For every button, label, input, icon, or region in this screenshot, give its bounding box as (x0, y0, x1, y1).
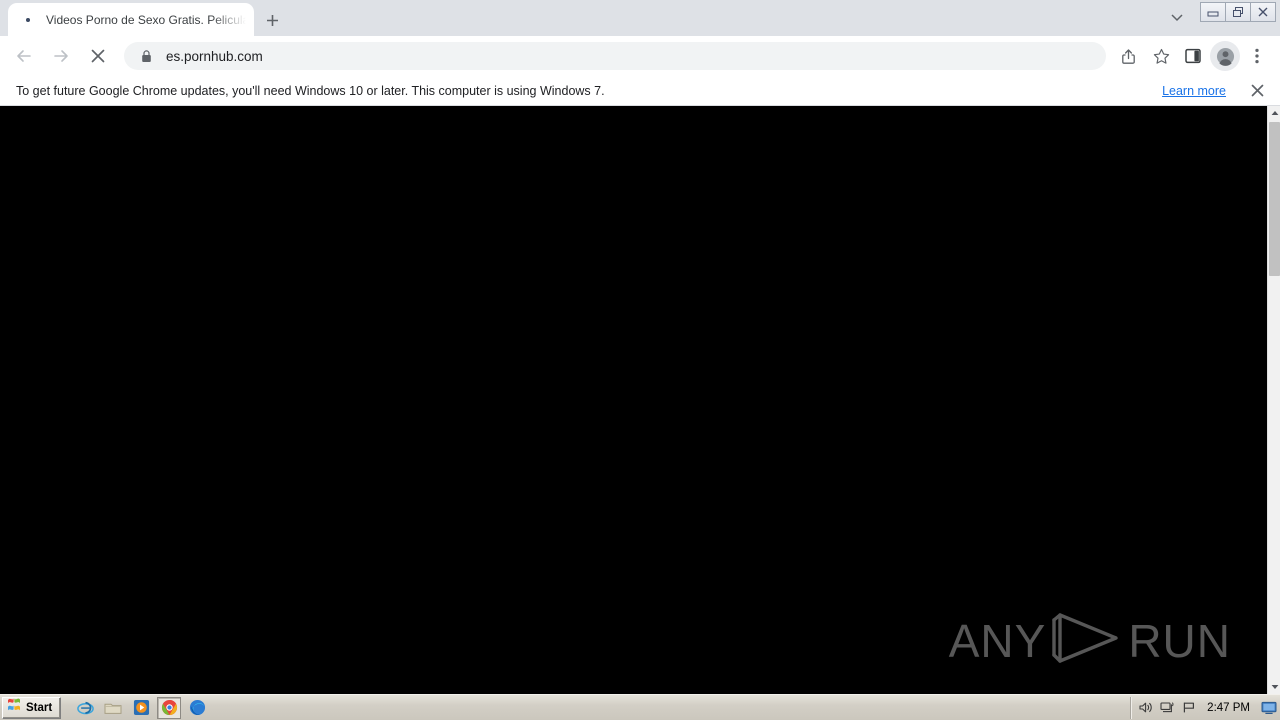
vertical-scrollbar[interactable] (1267, 106, 1280, 694)
star-icon[interactable] (1146, 41, 1176, 71)
new-tab-button[interactable] (258, 6, 286, 34)
side-panel-icon[interactable] (1178, 41, 1208, 71)
scrollbar-thumb[interactable] (1269, 122, 1280, 276)
ie-icon[interactable] (73, 697, 97, 719)
minimize-icon[interactable] (1200, 2, 1226, 22)
windows-taskbar: Start 2:47 PM (0, 694, 1280, 720)
show-desktop-button[interactable] (1260, 699, 1278, 717)
page-viewport[interactable]: ANY RUN (0, 106, 1267, 694)
profile-button[interactable] (1210, 41, 1240, 71)
scroll-up-icon[interactable] (1268, 106, 1280, 120)
address-bar[interactable]: es.pornhub.com (124, 42, 1106, 70)
browser-tab[interactable]: Videos Porno de Sexo Gratis. Pelicula (8, 3, 254, 36)
start-label: Start (26, 701, 53, 714)
tab-title: Videos Porno de Sexo Gratis. Pelicula (46, 12, 248, 27)
browser-toolbar: es.pornhub.com (0, 36, 1280, 76)
close-icon[interactable] (1250, 2, 1276, 22)
infobar-message: To get future Google Chrome updates, you… (16, 83, 605, 98)
tab-search-button[interactable] (1164, 6, 1190, 30)
restore-icon[interactable] (1225, 2, 1251, 22)
system-tray: 2:47 PM (1130, 696, 1260, 719)
loading-dot-icon (20, 12, 36, 28)
play-triangle-icon (1050, 609, 1124, 672)
watermark-text-right: RUN (1128, 614, 1231, 667)
scroll-down-icon[interactable] (1268, 680, 1280, 694)
share-icon[interactable] (1114, 41, 1144, 71)
folder-icon[interactable] (101, 697, 125, 719)
window-controls (1200, 2, 1276, 22)
clock[interactable]: 2:47 PM (1207, 702, 1250, 714)
chrome-icon[interactable] (157, 696, 182, 719)
close-icon[interactable] (1244, 78, 1270, 104)
browser-window: Videos Porno de Sexo Gratis. Pelicula es… (0, 0, 1280, 720)
tab-strip: Videos Porno de Sexo Gratis. Pelicula (0, 0, 1280, 36)
update-notification-bar: To get future Google Chrome updates, you… (0, 76, 1280, 106)
start-button[interactable]: Start (2, 696, 62, 719)
speaker-icon[interactable] (1137, 700, 1153, 716)
edge-icon[interactable] (185, 697, 209, 719)
learn-more-link[interactable]: Learn more (1162, 84, 1226, 98)
media-player-icon[interactable] (129, 697, 153, 719)
three-dot-icon[interactable] (1242, 41, 1272, 71)
watermark-text-left: ANY (948, 614, 1047, 667)
url-text: es.pornhub.com (166, 48, 263, 64)
flag-icon[interactable] (1181, 700, 1197, 716)
forward-button[interactable] (45, 40, 77, 72)
lock-icon (138, 49, 154, 63)
anyrun-watermark: ANY RUN (949, 609, 1231, 672)
quick-launch-bar (73, 696, 209, 719)
back-button[interactable] (8, 40, 40, 72)
windows-logo-icon (6, 697, 22, 718)
network-icon[interactable] (1159, 700, 1175, 716)
stop-loading-button[interactable] (82, 40, 114, 72)
